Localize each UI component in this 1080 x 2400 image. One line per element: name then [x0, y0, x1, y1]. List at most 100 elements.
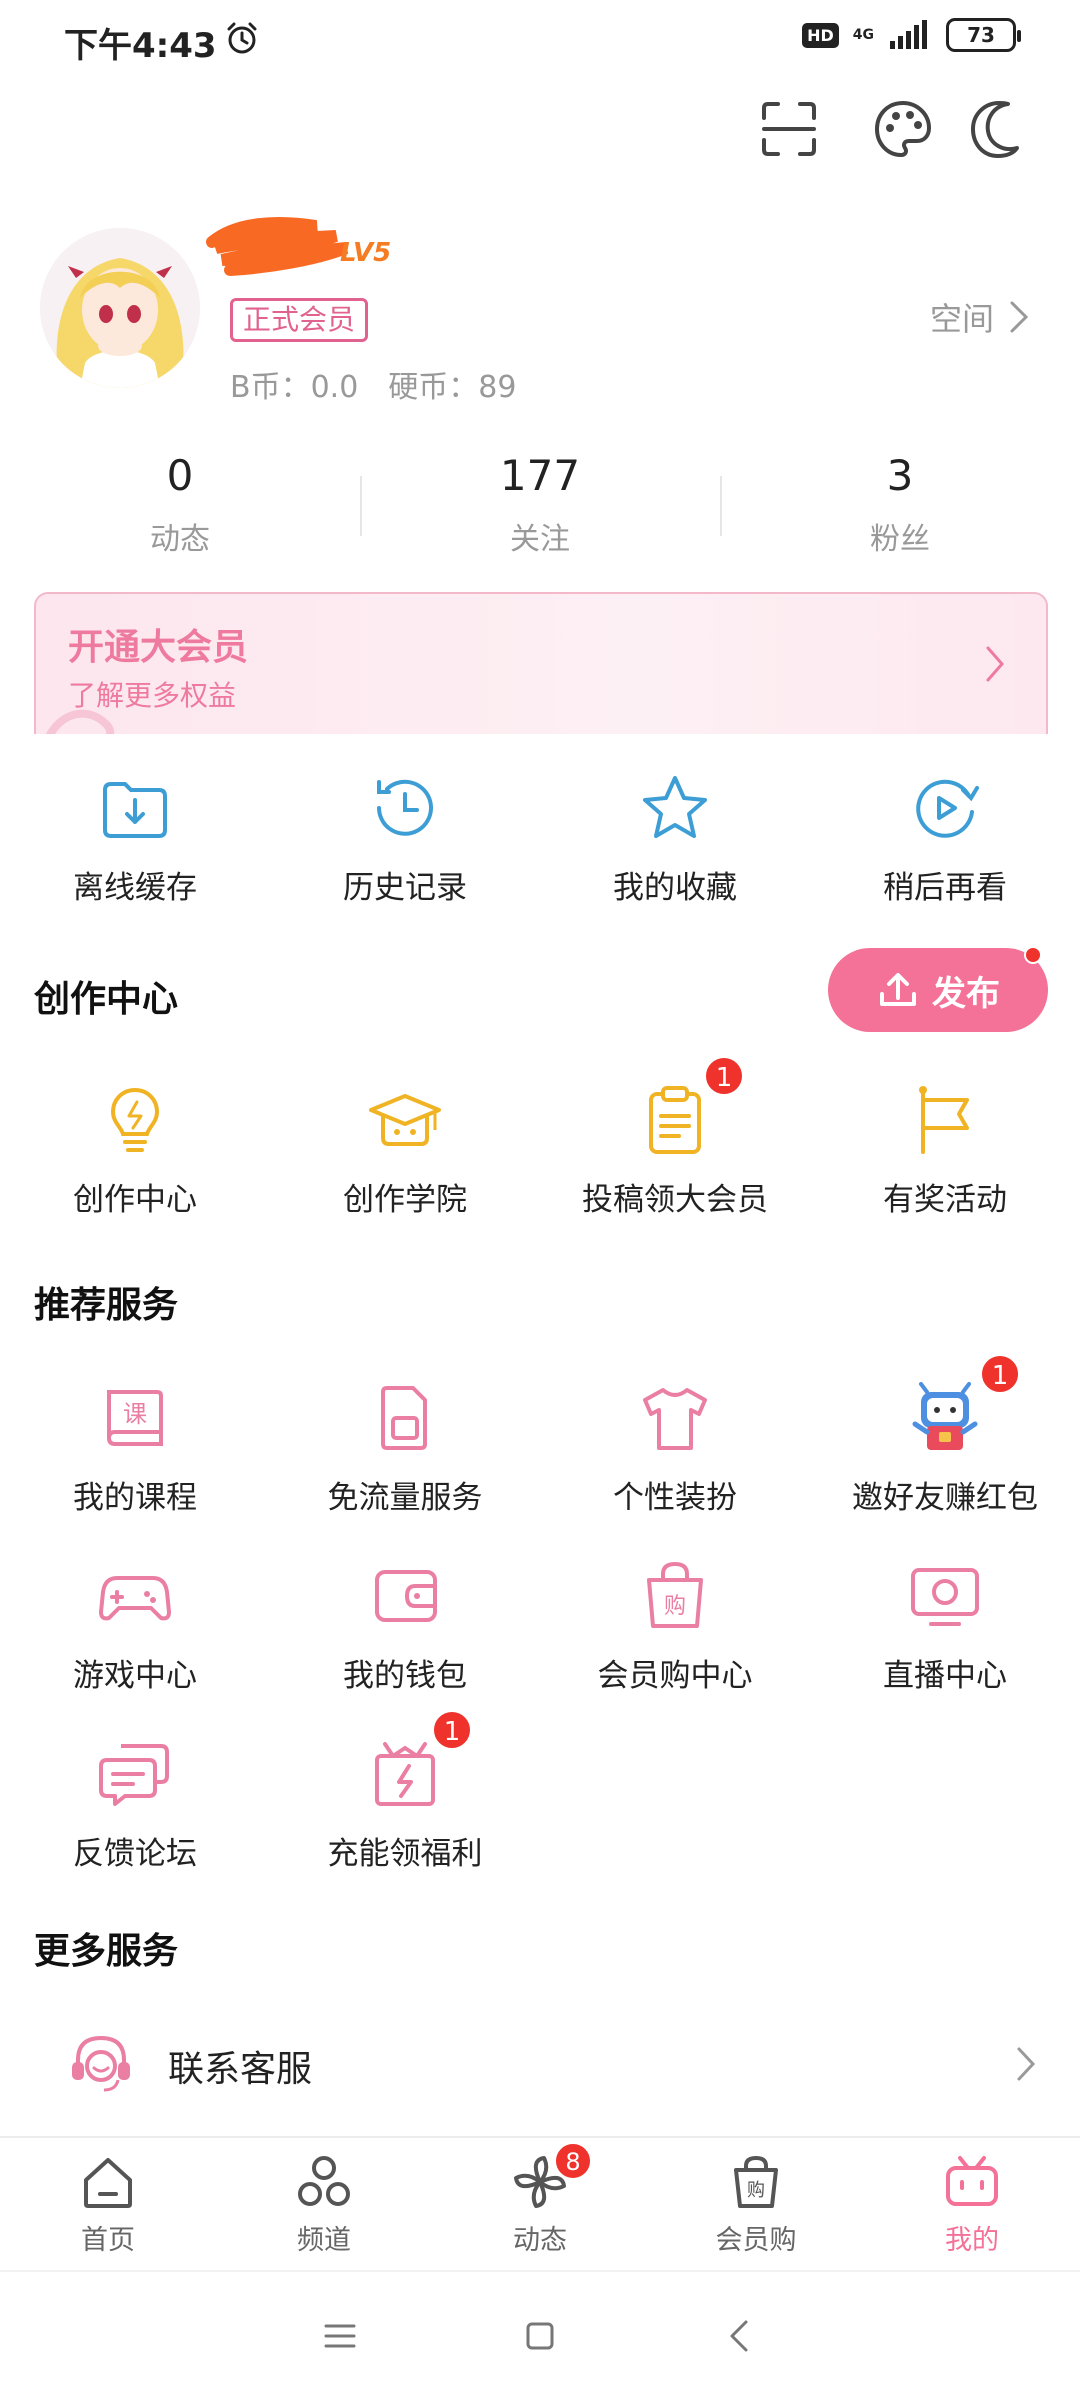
- headset-icon: [72, 2035, 130, 2092]
- palette-icon[interactable]: [872, 98, 934, 160]
- clipboard-icon: [649, 1086, 701, 1154]
- bottom-navigation: 首页 频道 动态 8 购 会员购 我的: [0, 2136, 1080, 2270]
- quick-action-history[interactable]: 历史记录: [270, 768, 540, 907]
- menu-icon[interactable]: [320, 2316, 360, 2356]
- status-indicators: HD 4G 73: [802, 18, 1021, 52]
- nav-mine[interactable]: 我的: [864, 2138, 1080, 2270]
- notification-dot: [1024, 946, 1042, 964]
- shopping-bag-icon: 购: [647, 1561, 703, 1628]
- back-icon[interactable]: [720, 2316, 760, 2356]
- creation-item-submit-vip[interactable]: 投稿领大会员 1: [540, 1056, 810, 1219]
- recommended-row-3: 反馈论坛 充能领福利 1: [0, 1710, 1080, 1873]
- flag-icon: [919, 1086, 969, 1154]
- service-personal-dressup[interactable]: 个性装扮: [540, 1378, 810, 1517]
- section-title-more-services: 更多服务: [34, 1931, 179, 1972]
- service-game-center[interactable]: 游戏中心: [0, 1556, 270, 1695]
- creation-item-prize-events[interactable]: 有奖活动: [810, 1080, 1080, 1219]
- contact-support-label: 联系客服: [168, 2049, 313, 2090]
- chevron-right-icon: [986, 646, 1004, 682]
- nav-channel[interactable]: 频道: [216, 2138, 432, 2270]
- service-live-center[interactable]: 直播中心: [810, 1556, 1080, 1695]
- anime-avatar-image: [40, 228, 200, 388]
- svg-text:课: 课: [123, 1400, 147, 1428]
- stat-label: 动态: [150, 522, 210, 557]
- publish-button[interactable]: 发布: [828, 946, 1048, 1032]
- service-vip-shop[interactable]: 购 会员购中心: [540, 1556, 810, 1695]
- signal-icon: [890, 20, 927, 49]
- service-label: 我的课程: [73, 1480, 197, 1516]
- quick-action-label: 历史记录: [343, 870, 467, 906]
- gamepad-icon: [99, 1576, 171, 1621]
- b-coin-balance: B币：0.0: [230, 370, 359, 405]
- night-mode-moon-icon[interactable]: [968, 98, 1030, 160]
- home-icon: [84, 2158, 132, 2208]
- member-badge: 正式会员: [230, 298, 369, 342]
- stat-value: 0: [166, 451, 194, 500]
- scan-icon[interactable]: [758, 98, 820, 160]
- badge-count: 8: [554, 2142, 592, 2180]
- service-invite-friends[interactable]: 邀好友赚红包 1: [810, 1354, 1080, 1517]
- creation-item-label: 有奖活动: [883, 1182, 1007, 1218]
- channel-icon: [298, 2156, 350, 2206]
- avatar[interactable]: [40, 228, 200, 388]
- offline-cache-icon: [103, 782, 167, 838]
- history-icon: [377, 779, 433, 836]
- contact-support-row[interactable]: 联系客服: [0, 1988, 1080, 2136]
- service-label: 邀好友赚红包: [852, 1480, 1038, 1516]
- badge-count: 1: [980, 1354, 1020, 1394]
- service-my-courses[interactable]: 课 我的课程: [0, 1378, 270, 1517]
- service-my-wallet[interactable]: 我的钱包: [270, 1556, 540, 1695]
- recommended-row-1: 课 我的课程 免流量服务 个性装扮 邀好友赚红包 1: [0, 1354, 1080, 1517]
- quick-action-label: 稍后再看: [883, 870, 1007, 906]
- service-label: 反馈论坛: [73, 1836, 197, 1872]
- hd-badge: HD: [802, 22, 839, 48]
- status-bar: 下午4:43 HD 4G 73: [0, 0, 1080, 80]
- lightbulb-icon: [110, 1087, 160, 1152]
- svg-text:购: 购: [747, 2180, 765, 2201]
- space-link[interactable]: 空间: [930, 294, 1030, 340]
- chat-bubbles-icon: [99, 1744, 169, 1806]
- badge-count: 1: [704, 1056, 744, 1096]
- home-square-icon[interactable]: [520, 2316, 560, 2356]
- nav-vip-shop[interactable]: 购 会员购: [648, 2138, 864, 2270]
- nav-label: 频道: [297, 2225, 351, 2256]
- quick-action-favorites[interactable]: 我的收藏: [540, 768, 810, 907]
- creation-grid: 创作中心 创作学院 投稿领大会员 1 有奖活动: [0, 1056, 1080, 1219]
- stat-fans[interactable]: 3 粉丝: [720, 448, 1080, 568]
- sim-card-icon: [381, 1386, 427, 1450]
- nav-label: 首页: [81, 2225, 135, 2256]
- alarm-icon: [227, 22, 257, 54]
- chevron-right-icon: [1010, 301, 1029, 333]
- quick-action-watch-later[interactable]: 稍后再看: [810, 768, 1080, 907]
- nav-label: 我的: [945, 2225, 999, 2256]
- nav-home[interactable]: 首页: [0, 2138, 216, 2270]
- service-label: 游戏中心: [73, 1658, 197, 1694]
- stat-value: 3: [886, 451, 914, 500]
- course-book-icon: 课: [107, 1390, 163, 1446]
- live-tv-icon: [911, 1568, 979, 1626]
- service-charge-rewards[interactable]: 充能领福利 1: [270, 1710, 540, 1873]
- creation-item-academy[interactable]: 创作学院: [270, 1080, 540, 1219]
- graduation-cap-icon: [369, 1094, 441, 1146]
- stat-following[interactable]: 177 关注: [360, 448, 720, 568]
- creation-item-center[interactable]: 创作中心: [0, 1080, 270, 1219]
- quick-action-offline-cache[interactable]: 离线缓存: [0, 768, 270, 907]
- gift-box-icon: [375, 1742, 435, 1806]
- quick-actions: 离线缓存 历史记录 我的收藏 稍后再看: [0, 768, 1080, 907]
- network-type: 4G: [852, 27, 874, 43]
- battery-indicator: 73: [946, 18, 1021, 52]
- profile-stats: 0 动态 177 关注 3 粉丝: [0, 448, 1080, 568]
- service-feedback-forum[interactable]: 反馈论坛: [0, 1734, 270, 1873]
- coin-balances: B币：0.0 硬币：89: [230, 362, 516, 406]
- stat-dynamics[interactable]: 0 动态: [0, 448, 360, 568]
- space-label: 空间: [930, 300, 995, 338]
- service-free-data[interactable]: 免流量服务: [270, 1378, 540, 1517]
- recommended-row-2: 游戏中心 我的钱包 购 会员购中心 直播中心: [0, 1556, 1080, 1695]
- vip-banner[interactable]: 开通大会员 了解更多权益: [34, 592, 1048, 734]
- upload-icon: [880, 973, 916, 1006]
- nav-dynamics[interactable]: 动态 8: [432, 2138, 648, 2270]
- nav-label: 会员购: [715, 2225, 797, 2256]
- wallet-icon: [375, 1570, 437, 1622]
- service-label: 会员购中心: [597, 1658, 753, 1694]
- hard-coin-balance: 硬币：89: [388, 370, 517, 405]
